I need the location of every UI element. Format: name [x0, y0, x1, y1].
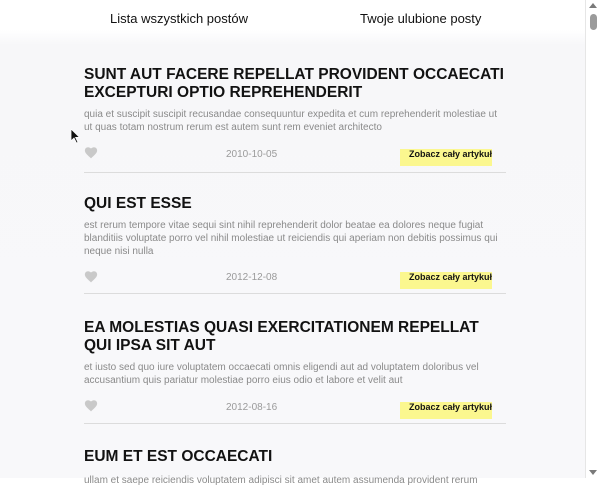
post-title: EUM ET EST OCCAECATI [84, 448, 273, 465]
top-nav: Lista wszystkich postów Twoje ulubione p… [0, 0, 586, 36]
post-excerpt: ullam et saepe reiciendis voluptatem adi… [84, 475, 478, 486]
heart-icon[interactable] [84, 399, 98, 412]
post-excerpt: quia et suscipit suscipit recusandae con… [84, 109, 498, 133]
tab-all-posts[interactable]: Lista wszystkich postów [110, 11, 248, 26]
post-date: 2012-12-08 [226, 272, 278, 283]
scroll-up-arrow-icon[interactable] [589, 3, 597, 8]
post-date: 2010-10-05 [226, 149, 278, 160]
heart-icon[interactable] [84, 146, 98, 159]
post-item: SUNT AUT FACERE REPELLAT PROVIDENT OCCAE… [84, 66, 506, 173]
read-more-button[interactable]: Zobacz cały artykuł [400, 272, 492, 289]
post-title: QUI EST ESSE [84, 195, 192, 212]
vertical-scrollbar[interactable] [585, 0, 600, 478]
post-footer: 2012-12-08 Zobacz cały artykuł [84, 263, 506, 294]
scrollbar-thumb[interactable] [590, 14, 597, 30]
post-footer: 2010-10-05 Zobacz cały artykuł [84, 142, 506, 173]
post-excerpt: est rerum tempore vitae sequi sint nihil… [84, 220, 498, 257]
post-item: EUM ET EST OCCAECATI ullam et saepe reic… [84, 448, 506, 487]
tab-favorite-posts[interactable]: Twoje ulubione posty [360, 11, 481, 26]
post-title: SUNT AUT FACERE REPELLAT PROVIDENT OCCAE… [84, 66, 504, 101]
post-item: EA MOLESTIAS QUASI EXERCITATIONEM REPELL… [84, 319, 506, 424]
scroll-down-arrow-icon[interactable] [589, 470, 597, 475]
read-more-button[interactable]: Zobacz cały artykuł [400, 402, 492, 419]
post-date: 2012-08-16 [226, 402, 278, 413]
heart-icon[interactable] [84, 270, 98, 283]
post-list: SUNT AUT FACERE REPELLAT PROVIDENT OCCAE… [84, 66, 506, 486]
post-footer: 2012-08-16 Zobacz cały artykuł [84, 393, 506, 424]
mouse-pointer-icon [71, 129, 81, 144]
post-excerpt: et iusto sed quo iure voluptatem occaeca… [84, 362, 479, 386]
post-item: QUI EST ESSE est rerum tempore vitae seq… [84, 195, 506, 294]
read-more-button[interactable]: Zobacz cały artykuł [400, 149, 492, 166]
post-title: EA MOLESTIAS QUASI EXERCITATIONEM REPELL… [84, 319, 479, 354]
